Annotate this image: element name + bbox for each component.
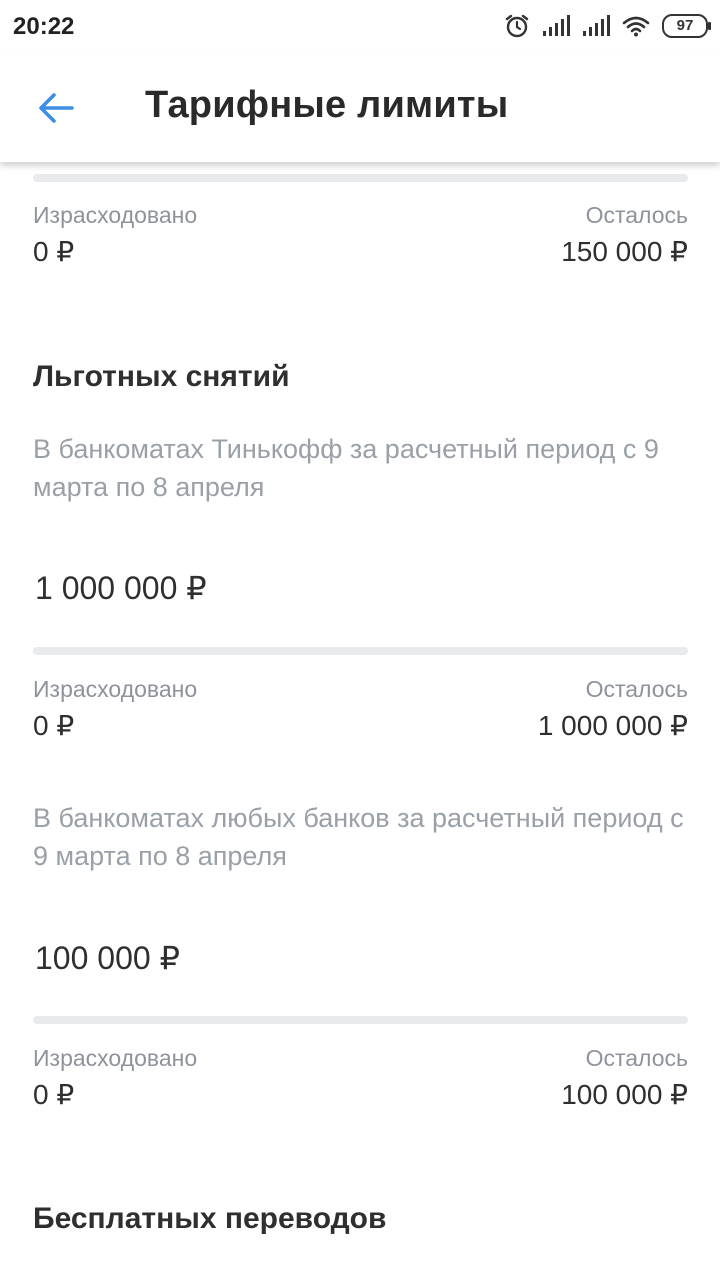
spent-label: Израсходовано — [33, 202, 198, 228]
remaining-label: Осталось — [585, 202, 688, 228]
remaining-amount: 100 000 ₽ — [561, 1079, 688, 1110]
spent-amount: 0 ₽ — [33, 1079, 75, 1110]
limit-amount: 1 000 000 ₽ — [35, 570, 207, 606]
limit-description: В банкоматах Тинькофф за расчетный перио… — [33, 434, 659, 502]
battery-indicator: 97 — [662, 14, 711, 38]
back-arrow-icon — [39, 93, 74, 123]
limit-description: В банкоматах любых банков за расчетный п… — [33, 803, 684, 871]
section-title-transfers: Бесплатных переводов — [33, 1202, 387, 1235]
signal-icon-2 — [583, 15, 610, 36]
status-bar: 20:22 97 — [0, 0, 720, 52]
progress-track — [33, 174, 688, 182]
status-time: 20:22 — [13, 13, 75, 40]
alarm-icon — [505, 14, 529, 38]
remaining-label: Осталось — [585, 676, 688, 702]
remaining-amount: 150 000 ₽ — [561, 236, 688, 267]
signal-icon — [543, 15, 570, 36]
limit-amount: 100 000 ₽ — [35, 940, 180, 976]
back-button[interactable] — [30, 82, 82, 134]
spent-amount: 0 ₽ — [33, 236, 75, 267]
wifi-icon — [622, 16, 650, 37]
app-bar: Тарифные лимиты — [0, 52, 720, 162]
remaining-label: Осталось — [585, 1045, 688, 1071]
remaining-amount: 1 000 000 ₽ — [537, 710, 688, 741]
progress-track — [33, 647, 688, 655]
spent-amount: 0 ₽ — [33, 710, 75, 741]
progress-track — [33, 1016, 688, 1024]
page-title: Тарифные лимиты — [145, 84, 509, 126]
section-title-withdrawals: Льготных снятий — [33, 360, 290, 393]
spent-label: Израсходовано — [33, 676, 198, 702]
status-icons: 97 — [504, 12, 711, 40]
spent-label: Израсходовано — [33, 1045, 198, 1071]
